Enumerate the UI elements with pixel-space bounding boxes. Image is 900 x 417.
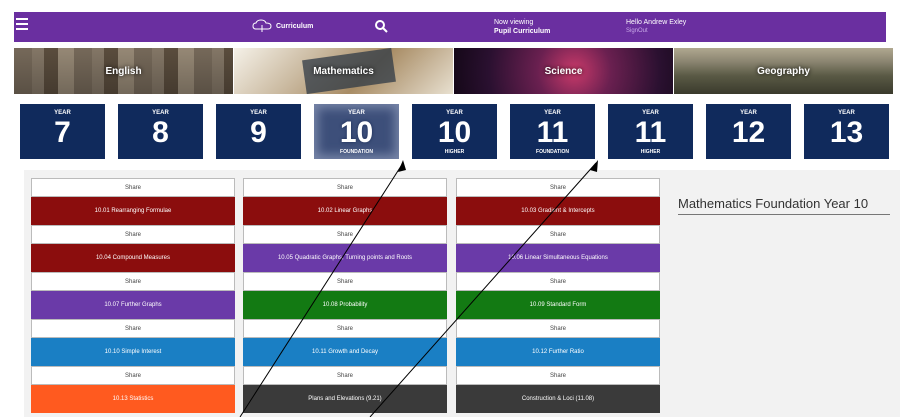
share-button[interactable]: Share <box>31 366 235 385</box>
cloud-tree-icon <box>252 19 272 32</box>
share-button[interactable]: Share <box>456 225 660 244</box>
brand-label: Curriculum <box>276 22 314 30</box>
topic-card[interactable]: 10.01 Rearranging Formulae <box>31 197 235 225</box>
topic-card[interactable]: 10.06 Linear Simultaneous Equations <box>456 244 660 272</box>
now-viewing-label: Now viewing <box>494 19 534 26</box>
year-number: 11 <box>536 116 569 149</box>
topic-card[interactable]: 10.03 Gradient & Intercepts <box>456 197 660 225</box>
topic-card[interactable]: 10.12 Further Ratio <box>456 338 660 366</box>
share-button[interactable]: Share <box>456 272 660 291</box>
subject-tab-science[interactable]: Science <box>454 48 674 94</box>
topic-card[interactable]: 10.11 Growth and Decay <box>243 338 447 366</box>
share-button[interactable]: Share <box>243 178 447 197</box>
share-button[interactable]: Share <box>31 319 235 338</box>
year-number: 12 <box>731 116 766 149</box>
share-button[interactable]: Share <box>456 319 660 338</box>
year-tier: FOUNDATION <box>536 149 569 155</box>
topic-card[interactable]: 10.13 Statistics <box>31 385 235 413</box>
hamburger-menu-icon[interactable] <box>16 18 28 30</box>
share-button[interactable]: Share <box>456 178 660 197</box>
topic-card[interactable]: 10.05 Quadratic Graphs, Turning points a… <box>243 244 447 272</box>
share-button[interactable]: Share <box>243 272 447 291</box>
topic-column-1: Share 10.01 Rearranging Formulae Share 1… <box>31 178 235 413</box>
topic-grid-panel: Share 10.01 Rearranging Formulae Share 1… <box>24 170 900 417</box>
share-button[interactable]: Share <box>243 225 447 244</box>
subject-tabs: English Mathematics Science Geography <box>14 48 894 94</box>
topic-card[interactable]: 10.04 Compound Measures <box>31 244 235 272</box>
subject-tab-label: Geography <box>757 65 810 77</box>
share-button[interactable]: Share <box>243 319 447 338</box>
topic-column-3: Share 10.03 Gradient & Intercepts Share … <box>456 178 660 413</box>
share-button[interactable]: Share <box>243 366 447 385</box>
user-greeting: Hello Andrew Exley SignOut <box>626 18 686 36</box>
year-number: 9 <box>250 116 267 149</box>
subject-tab-english[interactable]: English <box>14 48 234 94</box>
topic-card[interactable]: 10.10 Simple Interest <box>31 338 235 366</box>
year-tier: HIGHER <box>444 149 465 155</box>
year-tile-9[interactable]: YEAR 9 <box>216 104 301 159</box>
year-number: 11 <box>634 116 667 149</box>
now-viewing: Now viewing Pupil Curriculum <box>494 18 550 36</box>
share-button[interactable]: Share <box>31 225 235 244</box>
page-title: Mathematics Foundation Year 10 <box>678 196 890 215</box>
signout-link[interactable]: SignOut <box>626 27 686 36</box>
subject-tab-mathematics[interactable]: Mathematics <box>234 48 454 94</box>
subject-tab-label: English <box>105 65 142 77</box>
now-viewing-value: Pupil Curriculum <box>494 28 551 35</box>
year-tier: FOUNDATION <box>340 149 373 155</box>
year-number: 13 <box>829 116 864 149</box>
year-tile-8[interactable]: YEAR 8 <box>118 104 203 159</box>
search-icon[interactable] <box>374 19 388 33</box>
year-number: 7 <box>54 116 71 149</box>
year-tile-7[interactable]: YEAR 7 <box>20 104 105 159</box>
share-button[interactable]: Share <box>31 178 235 197</box>
subject-tab-label: Mathematics <box>313 65 374 77</box>
topic-card[interactable]: 10.02 Linear Graphs <box>243 197 447 225</box>
topic-card[interactable]: Plans and Elevations (9.21) <box>243 385 447 413</box>
year-tier: HIGHER <box>640 149 661 155</box>
share-button[interactable]: Share <box>456 366 660 385</box>
subject-tab-label: Science <box>544 65 583 77</box>
year-tile-10-foundation[interactable]: YEAR 10 FOUNDATION <box>314 104 399 159</box>
topic-card[interactable]: Construction & Loci (11.08) <box>456 385 660 413</box>
year-tile-13[interactable]: YEAR 13 <box>804 104 889 159</box>
year-selector: YEAR 7 YEAR 8 YEAR 9 YEAR 10 FOUNDATION … <box>20 104 889 159</box>
topic-card[interactable]: 10.08 Probability <box>243 291 447 319</box>
greeting-text: Hello Andrew Exley <box>626 19 687 26</box>
year-number: 10 <box>339 116 374 149</box>
topic-column-2: Share 10.02 Linear Graphs Share 10.05 Qu… <box>243 178 447 413</box>
curriculum-logo[interactable]: Curriculum <box>252 19 313 33</box>
top-navigation-bar: Curriculum Now viewing Pupil Curriculum … <box>14 12 886 42</box>
topic-card[interactable]: 10.07 Further Graphs <box>31 291 235 319</box>
year-number: 8 <box>152 116 169 149</box>
topic-card[interactable]: 10.09 Standard Form <box>456 291 660 319</box>
year-tile-11-higher[interactable]: YEAR 11 HIGHER <box>608 104 693 159</box>
year-tile-10-higher[interactable]: YEAR 10 HIGHER <box>412 104 497 159</box>
year-number: 10 <box>437 116 472 149</box>
year-tile-12[interactable]: YEAR 12 <box>706 104 791 159</box>
year-tile-11-foundation[interactable]: YEAR 11 FOUNDATION <box>510 104 595 159</box>
subject-tab-geography[interactable]: Geography <box>674 48 894 94</box>
share-button[interactable]: Share <box>31 272 235 291</box>
